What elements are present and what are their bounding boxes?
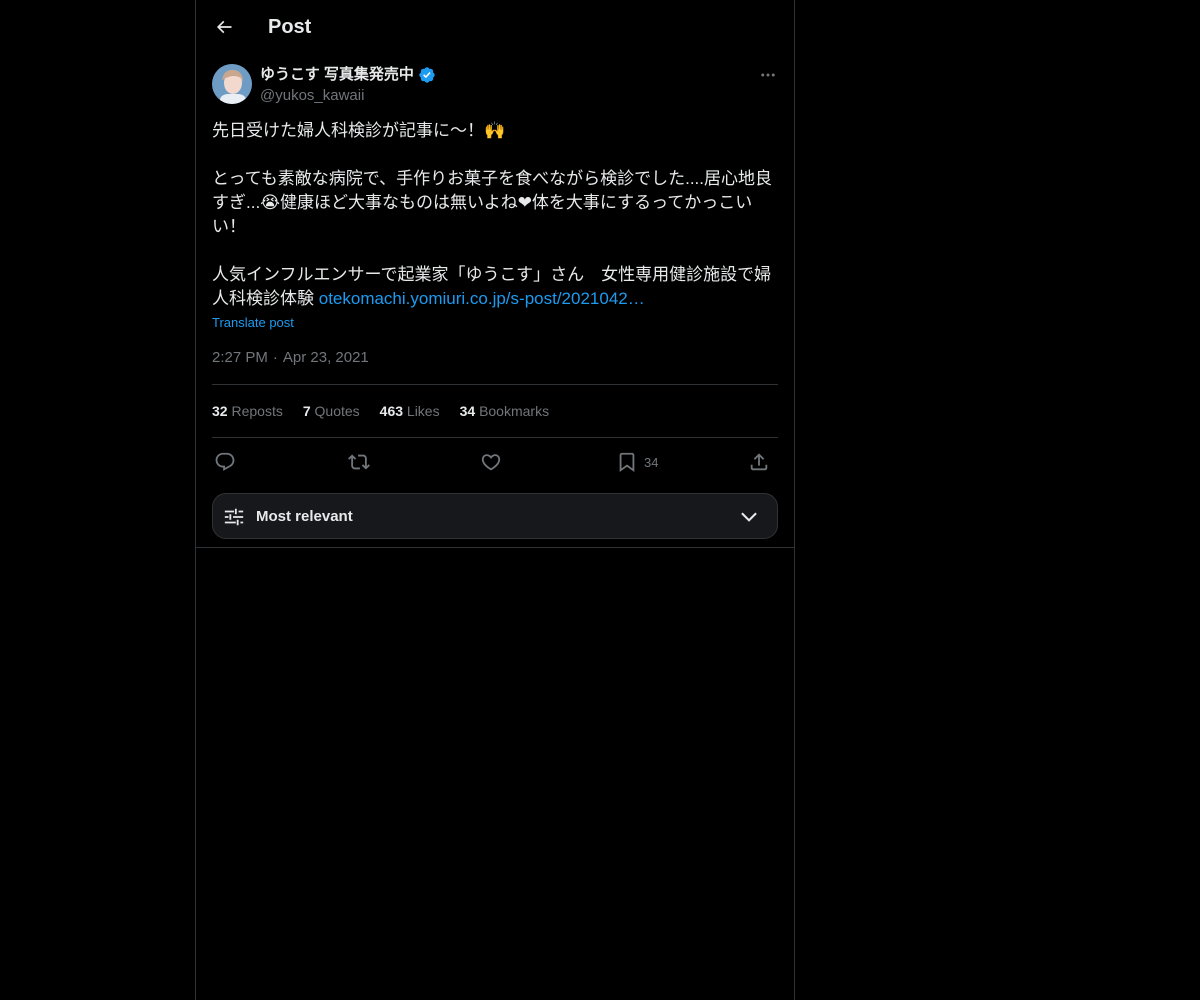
bookmark-icon bbox=[619, 452, 635, 473]
post-column: Post ゆうこす 写真集発売中 @yukos_kawaii 先日受けた婦人科検… bbox=[195, 0, 795, 1000]
post-text: 先日受けた婦人科検診が記事に〜！🙌 とっても素敵な病院で、手作りお菓子を食べなが… bbox=[212, 119, 778, 311]
quotes-count: 7 bbox=[302, 403, 311, 419]
author-handle[interactable]: @yukos_kawaii bbox=[260, 86, 364, 106]
likes-stat[interactable]: 463 Likes bbox=[380, 401, 440, 423]
arrow-left-icon bbox=[216, 20, 232, 34]
bookmarks-stat[interactable]: 34 Bookmarks bbox=[460, 401, 550, 423]
bookmark-button[interactable]: 34 bbox=[616, 448, 658, 476]
likes-count: 463 bbox=[379, 403, 404, 419]
quotes-label: Quotes bbox=[314, 403, 360, 419]
sort-label: Most relevant bbox=[256, 508, 353, 525]
author-display-name[interactable]: ゆうこす 写真集発売中 bbox=[260, 65, 436, 85]
reply-sort-dropdown[interactable]: Most relevant bbox=[212, 493, 778, 539]
post-text-line: とっても素敵な病院で、手作りお菓子を食べながら検診でした....居心地良すぎ..… bbox=[212, 169, 773, 236]
timestamp-separator: · bbox=[272, 349, 278, 366]
divider bbox=[212, 384, 778, 385]
sliders-icon bbox=[224, 508, 244, 526]
more-options-button[interactable] bbox=[756, 63, 780, 87]
author-name-text: ゆうこす 写真集発売中 bbox=[260, 66, 414, 83]
back-button[interactable] bbox=[208, 11, 240, 43]
reposts-label: Reposts bbox=[231, 403, 283, 419]
like-button[interactable] bbox=[480, 448, 502, 476]
divider bbox=[196, 547, 794, 548]
quotes-stat[interactable]: 7 Quotes bbox=[303, 401, 360, 423]
reply-button[interactable] bbox=[214, 448, 236, 476]
bookmarks-count: 34 bbox=[459, 403, 476, 419]
page-title: Post bbox=[268, 16, 312, 38]
heart-icon bbox=[481, 454, 501, 471]
bookmark-count: 34 bbox=[644, 454, 659, 470]
engagement-stats: 32 Reposts 7 Quotes 463 Likes 34 Bookmar… bbox=[212, 401, 549, 423]
post-link[interactable]: otekomachi.yomiuri.co.jp/s-post/2021042… bbox=[319, 289, 645, 308]
post-text-line: 先日受けた婦人科検診が記事に〜！🙌 bbox=[212, 121, 506, 140]
post-header: Post bbox=[196, 0, 794, 54]
translate-post-link[interactable]: Translate post bbox=[212, 314, 294, 332]
repost-icon bbox=[348, 454, 370, 470]
post-date: Apr 23, 2021 bbox=[282, 349, 369, 366]
likes-label: Likes bbox=[406, 403, 440, 419]
more-dots-icon bbox=[761, 73, 775, 77]
divider bbox=[212, 437, 778, 438]
post-timestamp[interactable]: 2:27 PM · Apr 23, 2021 bbox=[212, 348, 369, 368]
bookmarks-label: Bookmarks bbox=[479, 403, 550, 419]
verified-badge-icon bbox=[419, 67, 435, 83]
reply-icon bbox=[215, 452, 235, 471]
repost-button[interactable] bbox=[348, 448, 370, 476]
share-icon bbox=[750, 453, 768, 471]
action-bar: 34 bbox=[212, 448, 778, 476]
avatar-image bbox=[212, 64, 252, 104]
reposts-stat[interactable]: 32 Reposts bbox=[212, 401, 283, 423]
avatar[interactable] bbox=[212, 64, 252, 104]
reposts-count: 32 bbox=[212, 403, 228, 419]
post-time: 2:27 PM bbox=[212, 349, 268, 366]
chevron-down-icon bbox=[741, 512, 757, 522]
share-button[interactable] bbox=[748, 448, 770, 476]
